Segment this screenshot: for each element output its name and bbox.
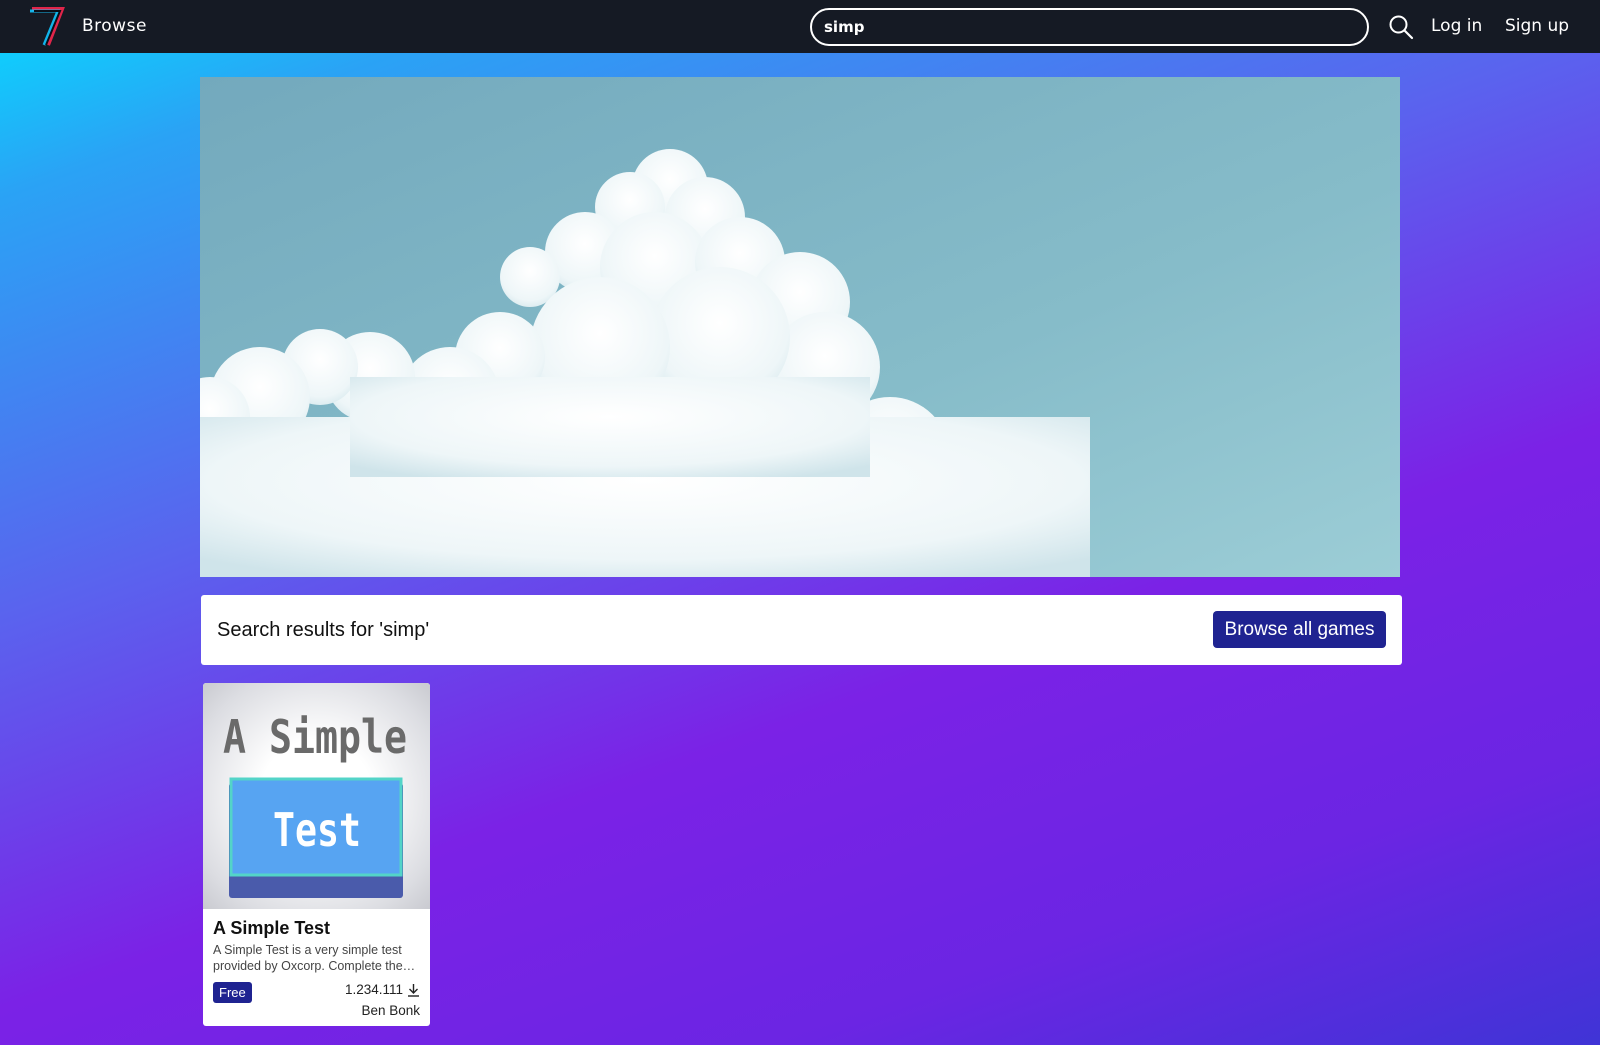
navbar: Browse Log in Sign up — [0, 0, 1600, 53]
thumb-text-top: A Simple — [223, 710, 407, 764]
game-description: A Simple Test is a very simple test prov… — [213, 943, 416, 973]
search-input[interactable] — [810, 8, 1369, 46]
price-badge: Free — [213, 982, 252, 1003]
browse-all-games-button[interactable]: Browse all games — [1213, 611, 1386, 648]
cloud-sky-image — [200, 77, 1400, 577]
results-title: Search results for 'simp' — [217, 619, 430, 641]
signup-link[interactable]: Sign up — [1505, 16, 1569, 36]
download-count: 1.234.111 — [345, 982, 420, 997]
thumb-text-bottom: Test — [273, 803, 361, 857]
download-icon — [408, 983, 419, 997]
game-thumbnail: A Simple Test — [203, 683, 430, 909]
game-author[interactable]: Ben Bonk — [361, 1003, 420, 1018]
download-count-value: 1.234.111 — [344, 982, 403, 997]
game-title[interactable]: A Simple Test — [213, 918, 330, 939]
browse-link[interactable]: Browse — [82, 16, 147, 36]
search-results-bar: Search results for 'simp' Browse all gam… — [201, 595, 1402, 665]
hero-banner — [200, 77, 1400, 577]
login-link[interactable]: Log in — [1431, 16, 1482, 36]
logo-icon[interactable] — [26, 5, 66, 47]
game-card[interactable]: A Simple Test A Simple Test A Simple Tes… — [203, 683, 430, 1026]
search-icon[interactable] — [1388, 14, 1414, 40]
